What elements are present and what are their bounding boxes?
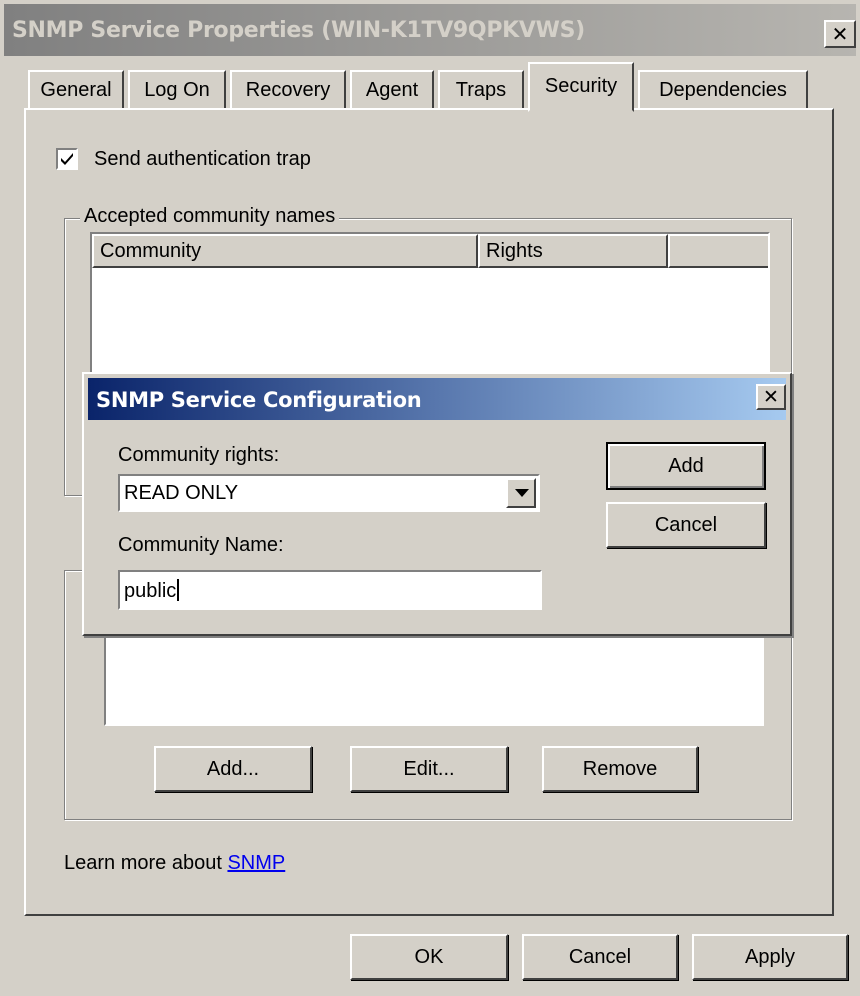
window-title: SNMP Service Properties (WIN-K1TV9QPKVWS…	[12, 18, 585, 43]
tab-traps[interactable]: Traps	[438, 70, 524, 108]
community-rights-select[interactable]: READ ONLY	[118, 474, 540, 512]
column-header-community[interactable]: Community	[92, 234, 478, 268]
community-rights-value: READ ONLY	[124, 482, 239, 504]
tab-security[interactable]: Security	[528, 62, 634, 112]
community-name-input[interactable]: public	[118, 570, 542, 610]
edit-host-button[interactable]: Edit...	[350, 746, 508, 792]
text-caret	[177, 579, 180, 601]
tab-log-on[interactable]: Log On	[128, 70, 226, 108]
dropdown-button[interactable]	[506, 478, 536, 508]
community-name-value: public	[124, 580, 177, 602]
cancel-button[interactable]: Cancel	[522, 934, 678, 980]
tab-recovery[interactable]: Recovery	[230, 70, 346, 108]
close-icon: ✕	[763, 386, 779, 408]
ok-button[interactable]: OK	[350, 934, 508, 980]
community-rights-label: Community rights:	[118, 444, 280, 466]
column-header-rights[interactable]: Rights	[478, 234, 668, 268]
tab-label: Traps	[455, 79, 507, 101]
dialog-close-button[interactable]: ✕	[756, 384, 786, 410]
send-auth-trap-checkbox[interactable]	[56, 148, 78, 170]
snmp-help-link[interactable]: SNMP	[227, 852, 285, 874]
tab-general[interactable]: General	[28, 70, 124, 108]
tab-label: General	[40, 79, 112, 101]
tab-dependencies[interactable]: Dependencies	[638, 70, 808, 108]
dialog-title-bar[interactable]: SNMP Service Configuration	[88, 378, 786, 420]
title-bar[interactable]: SNMP Service Properties (WIN-K1TV9QPKVWS…	[4, 4, 856, 56]
dialog-title: SNMP Service Configuration	[96, 388, 422, 412]
dialog-cancel-button[interactable]: Cancel	[606, 502, 766, 548]
send-auth-trap-label[interactable]: Send authentication trap	[94, 148, 311, 171]
tab-label: Recovery	[245, 79, 331, 101]
learn-more-row: Learn more about SNMP	[64, 852, 285, 875]
tab-label: Security	[544, 75, 618, 97]
column-header-filler	[668, 234, 768, 268]
tab-label: Dependencies	[659, 79, 787, 101]
apply-button[interactable]: Apply	[692, 934, 848, 980]
community-name-label: Community Name:	[118, 534, 284, 556]
add-host-button[interactable]: Add...	[154, 746, 312, 792]
chevron-down-icon	[515, 489, 529, 497]
remove-host-button[interactable]: Remove	[542, 746, 698, 792]
close-icon: ✕	[831, 22, 849, 46]
tab-agent[interactable]: Agent	[350, 70, 434, 108]
snmp-config-dialog: SNMP Service Configuration ✕ Community r…	[82, 372, 792, 636]
tab-label: Log On	[144, 79, 210, 101]
close-button[interactable]: ✕	[824, 20, 856, 48]
learn-more-text: Learn more about	[64, 852, 222, 874]
snmp-properties-window: SNMP Service Properties (WIN-K1TV9QPKVWS…	[0, 0, 860, 996]
checkmark-icon	[61, 153, 73, 165]
accepted-community-group-label: Accepted community names	[80, 205, 340, 228]
dialog-add-button[interactable]: Add	[606, 442, 766, 490]
tab-label: Agent	[365, 79, 419, 101]
